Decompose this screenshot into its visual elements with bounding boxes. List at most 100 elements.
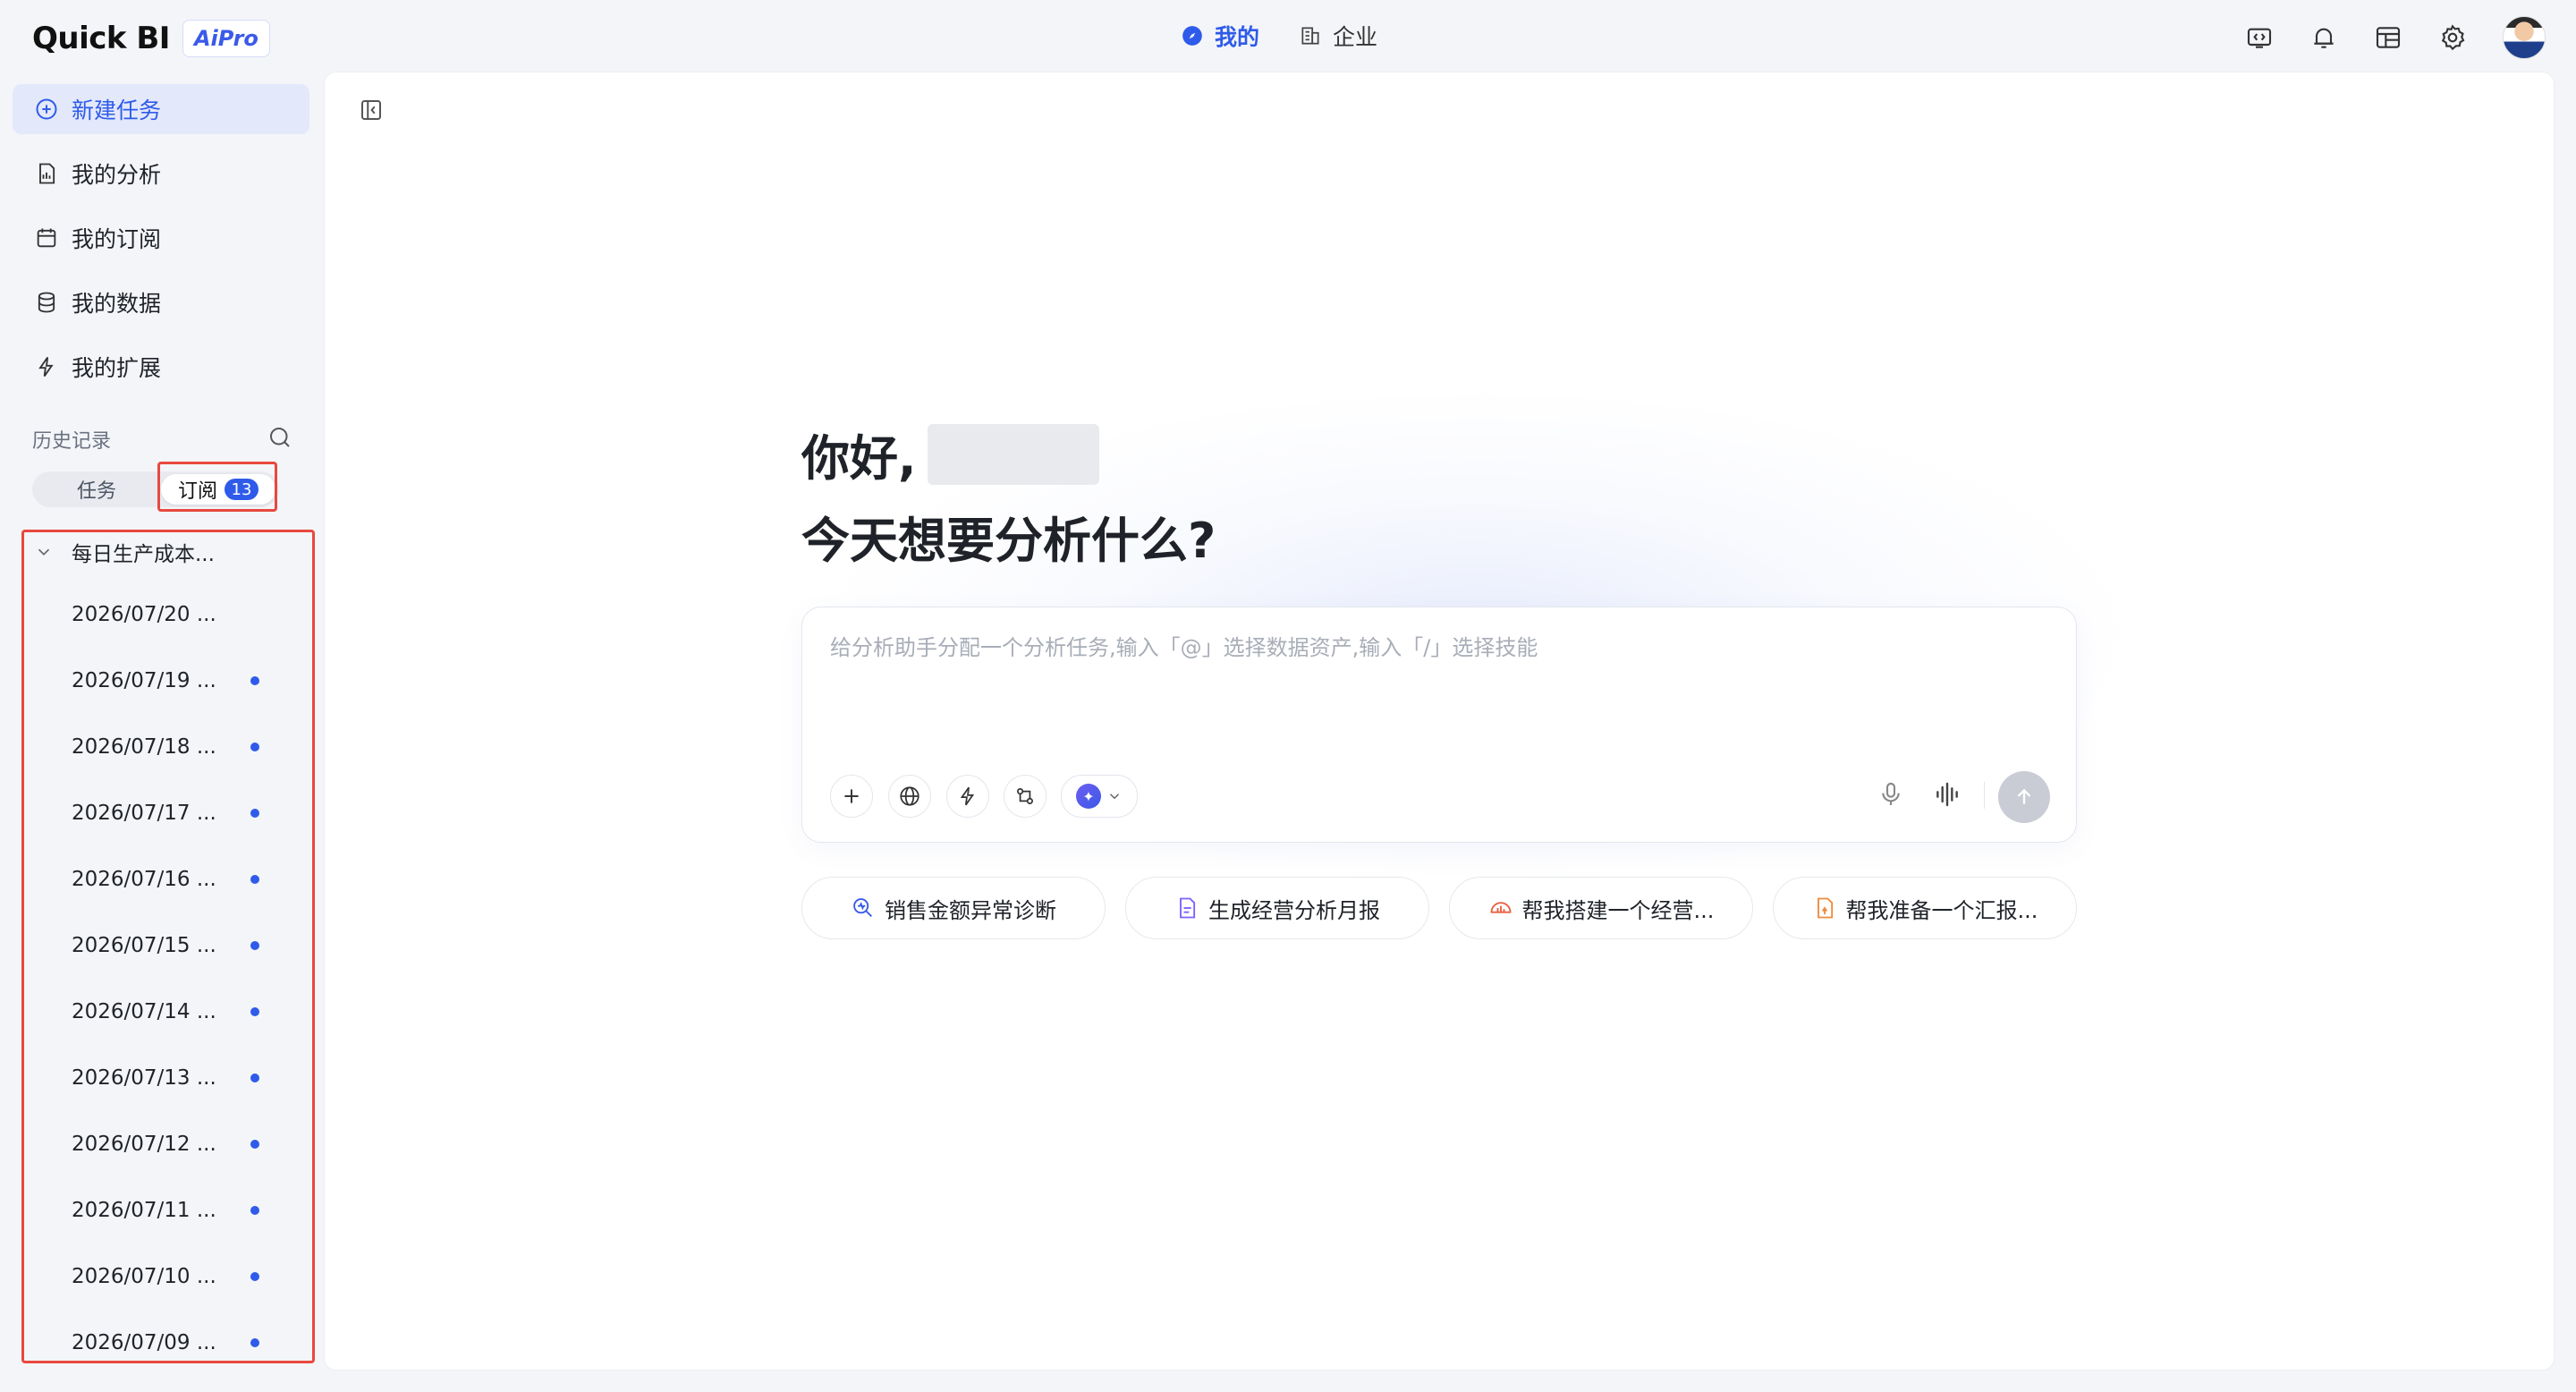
- workflow-icon: [1017, 788, 1033, 804]
- building-icon: [1301, 27, 1319, 45]
- list-item-label: 2026/07/17 ...: [72, 802, 216, 825]
- suggestion-chip[interactable]: 帮我搭建一个经营...: [1449, 877, 1753, 939]
- app-name: Quick BI: [32, 21, 170, 56]
- web-search-button[interactable]: [888, 775, 931, 818]
- list-item-label: 2026/07/14 ...: [72, 1000, 216, 1023]
- sidebar-item-my-subscriptions[interactable]: 我的订阅: [13, 213, 309, 263]
- subscription-group-header[interactable]: 每日生产成本...: [34, 537, 215, 567]
- chevron-down-icon: [1109, 794, 1120, 800]
- top-navigation: 我的 企业: [1181, 18, 1377, 54]
- sidebar-item-my-analysis[interactable]: 我的分析: [13, 149, 309, 199]
- list-item[interactable]: 2026/07/20 ...: [72, 581, 286, 648]
- list-item[interactable]: 2026/07/11 ...: [72, 1177, 286, 1243]
- list-item[interactable]: 2026/07/19 ...: [72, 648, 286, 714]
- list-item-label: 2026/07/11 ...: [72, 1199, 216, 1222]
- model-selector[interactable]: ✦: [1061, 775, 1138, 818]
- list-item[interactable]: 2026/07/14 ...: [72, 979, 286, 1045]
- tab-tasks[interactable]: 任务: [32, 471, 161, 507]
- subscription-list: 2026/07/20 ... 2026/07/19 ... 2026/07/18…: [72, 581, 286, 1376]
- list-item[interactable]: 2026/07/09 ...: [72, 1310, 286, 1376]
- sidebar-item-new-task[interactable]: 新建任务: [13, 84, 309, 134]
- app-logo[interactable]: Quick BI AiPro: [32, 18, 270, 59]
- unread-dot: [250, 1272, 259, 1281]
- greeting-title: 你好,: [801, 419, 1099, 489]
- greeting-question: 今天想要分析什么?: [801, 513, 1216, 569]
- workflow-button[interactable]: [1004, 775, 1046, 818]
- document-icon: [1180, 897, 1196, 919]
- list-item-label: 2026/07/12 ...: [72, 1133, 216, 1156]
- greeting-text: 你好,: [801, 430, 917, 487]
- globe-icon: [900, 786, 919, 806]
- unread-dot: [250, 875, 259, 884]
- bell-icon[interactable]: [2309, 23, 2338, 52]
- redacted-username: [927, 423, 1099, 485]
- database-icon: [38, 292, 55, 313]
- list-item-label: 2026/07/16 ...: [72, 868, 216, 891]
- list-item-label: 2026/07/15 ...: [72, 934, 216, 957]
- sidebar-item-label: 我的订阅: [72, 226, 162, 252]
- unread-dot: [250, 743, 259, 751]
- sidebar-item-label: 新建任务: [72, 98, 162, 123]
- search-icon[interactable]: [267, 424, 293, 451]
- unread-dot: [250, 1338, 259, 1347]
- compass-icon: [1182, 26, 1202, 46]
- subscription-group-title: 每日生产成本...: [72, 543, 215, 566]
- diagnose-icon: [853, 898, 872, 917]
- sidebar-item-my-extensions[interactable]: 我的扩展: [13, 342, 309, 392]
- list-item-label: 2026/07/20 ...: [72, 603, 216, 626]
- unread-dot: [250, 1074, 259, 1082]
- dashboard-icon[interactable]: [2374, 23, 2402, 52]
- topnav-enterprise[interactable]: 企业: [1299, 20, 1377, 52]
- toolbar-divider: [1984, 782, 1985, 809]
- microphone-icon[interactable]: [1877, 780, 1905, 809]
- code-window-icon[interactable]: [2245, 23, 2274, 52]
- sidebar-collapse-icon[interactable]: [358, 97, 385, 123]
- chevron-down-icon: [38, 548, 50, 556]
- lightning-icon: [960, 786, 975, 806]
- gear-icon[interactable]: [2438, 23, 2467, 52]
- arrow-up-icon: [2017, 788, 2031, 804]
- sidebar-item-label: 我的数据: [72, 291, 162, 317]
- model-logo-icon: ✦: [1076, 784, 1101, 809]
- report-file-icon: [39, 163, 55, 184]
- list-item-label: 2026/07/10 ...: [72, 1265, 216, 1288]
- suggestion-label: 生成经营分析月报: [1208, 897, 1380, 923]
- calendar-icon: [37, 228, 56, 248]
- suggestion-chip[interactable]: 销售金额异常诊断: [801, 877, 1106, 939]
- list-item[interactable]: 2026/07/13 ...: [72, 1045, 286, 1111]
- list-item[interactable]: 2026/07/12 ...: [72, 1111, 286, 1177]
- unread-dot: [250, 1206, 259, 1215]
- sidebar-item-label: 我的扩展: [72, 355, 162, 381]
- history-label: 历史记录: [32, 430, 112, 453]
- chat-input-placeholder[interactable]: 给分析助手分配一个分析任务,输入「@」选择数据资产,输入「/」选择技能: [830, 630, 1538, 661]
- dashboard-build-icon: [1490, 902, 1511, 913]
- list-item[interactable]: 2026/07/17 ...: [72, 780, 286, 846]
- lightning-icon: [38, 356, 54, 378]
- list-item[interactable]: 2026/07/16 ...: [72, 846, 286, 912]
- list-item-label: 2026/07/09 ...: [72, 1331, 216, 1354]
- unread-dot: [250, 1140, 259, 1149]
- app-badge: AiPro: [182, 20, 270, 57]
- highlight-box-tab: [157, 462, 277, 512]
- unread-dot: [250, 676, 259, 685]
- voice-wave-icon[interactable]: [1932, 780, 1962, 809]
- suggestion-chip[interactable]: 帮我准备一个汇报...: [1773, 877, 2077, 939]
- unread-dot: [250, 809, 259, 818]
- plus-circle-icon: [36, 98, 57, 120]
- add-attachment-button[interactable]: [830, 775, 873, 818]
- list-item[interactable]: 2026/07/10 ...: [72, 1243, 286, 1310]
- list-item[interactable]: 2026/07/18 ...: [72, 714, 286, 780]
- user-avatar[interactable]: [2503, 16, 2546, 59]
- skill-button[interactable]: [946, 775, 989, 818]
- suggestion-label: 销售金额异常诊断: [885, 897, 1056, 923]
- unread-dot: [250, 941, 259, 950]
- list-item[interactable]: 2026/07/15 ...: [72, 912, 286, 979]
- list-item-label: 2026/07/13 ...: [72, 1066, 216, 1090]
- suggestion-chip[interactable]: 生成经营分析月报: [1125, 877, 1429, 939]
- list-item-label: 2026/07/19 ...: [72, 669, 216, 692]
- send-button[interactable]: [1998, 771, 2050, 823]
- suggestion-label: 帮我准备一个汇报...: [1845, 897, 2038, 923]
- topnav-mine[interactable]: 我的: [1181, 20, 1259, 52]
- sidebar-item-my-data[interactable]: 我的数据: [13, 277, 309, 327]
- topnav-enterprise-label: 企业: [1333, 24, 1378, 50]
